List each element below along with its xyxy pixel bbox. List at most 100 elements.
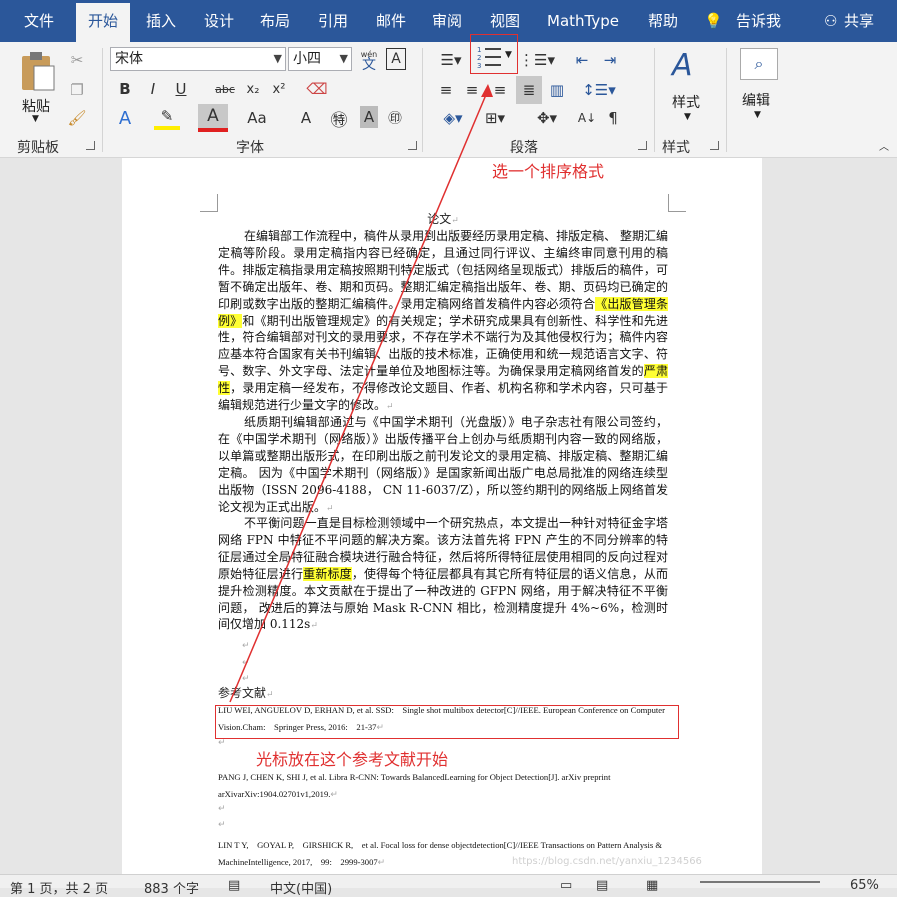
paragraph-2: 纸质期刊编辑部通过与《中国学术期刊（光盘版）》电子杂志社有限公司签约， 在《中国… [218,415,668,514]
align-center-icon[interactable]: ≡ [462,78,482,102]
separator [102,48,103,152]
svg-text:1: 1 [477,46,481,54]
bold-button[interactable]: B [114,78,136,100]
underline-button[interactable]: U [170,78,192,100]
numbering-button[interactable]: 1 2 3 ▼ [470,34,518,74]
svg-text:3: 3 [477,62,481,69]
font-size-combo[interactable]: 小四 ▼ [288,47,352,71]
group-label-paragraph: 段落 [510,140,538,156]
styles-button[interactable]: A 样式 ▼ [664,48,714,132]
clipboard-launcher[interactable] [86,141,95,150]
share-button[interactable]: ⚇ 共享 [818,0,888,42]
tab-help[interactable]: 帮助 [638,0,688,42]
svg-text:2: 2 [477,54,481,62]
group-label-styles: 样式 [662,140,690,156]
zoom-slider[interactable] [700,881,820,883]
reference-2[interactable]: PANG J, CHEN K, SHI J, et al. Libra R-CN… [218,769,668,803]
numbered-list-icon: 1 2 3 [477,46,501,69]
align-right-icon[interactable]: ≡ [490,78,510,102]
person-icon: ⚇ [824,12,838,30]
clear-formatting-icon[interactable]: ⌫ [306,78,328,100]
font-launcher[interactable] [408,141,417,150]
align-left-icon[interactable]: ≡ [436,78,456,102]
chevron-down-icon: ▼ [32,114,39,124]
tab-references[interactable]: 引用 [308,0,358,42]
reference-highlight-box [215,705,679,739]
annotation-bottom: 光标放在这个参考文献开始 [256,750,449,769]
tab-home[interactable]: 开始 [76,3,130,42]
font-name-combo[interactable]: 宋体 ▼ [110,47,286,71]
tab-design[interactable]: 设计 [194,0,244,42]
group-label-clipboard: 剪贴板 [17,140,59,156]
font-color-icon[interactable]: A [198,104,228,132]
subscript-button[interactable]: x₂ [242,78,264,100]
read-mode-icon[interactable]: ▭ [560,878,572,893]
distributed-icon[interactable]: ▥ [546,78,568,102]
cut-icon[interactable]: ✂ [66,50,88,70]
separator [726,48,727,152]
multilevel-list-icon[interactable]: ⋮☰▾ [519,48,555,72]
superscript-button[interactable]: x² [268,78,290,100]
format-painter-icon[interactable]: 🖌 [66,108,88,128]
bullets-icon[interactable]: ☰▾ [434,48,468,72]
tab-mailings[interactable]: 邮件 [366,0,416,42]
paragraph-launcher[interactable] [638,141,647,150]
chevron-down-icon: ▼ [273,52,282,65]
ribbon-tab-bar: 文件 开始 插入 设计 布局 引用 邮件 审阅 视图 MathType 帮助 💡… [0,0,897,42]
references-heading: 参考文献↵ [218,686,274,700]
phonetic-guide-button[interactable]: wén 文 [356,46,382,74]
web-layout-icon[interactable]: ▦ [646,878,658,893]
tab-file[interactable]: 文件 [12,0,66,42]
copy-icon[interactable]: ❐ [66,80,88,100]
search-icon: ⌕ [740,48,778,80]
chevron-down-icon: ▼ [684,112,691,122]
decrease-indent-icon[interactable]: ⇤ [570,48,594,72]
enclose-character-icon[interactable]: ㊕ [328,106,350,131]
margin-mark [200,194,218,212]
character-shading-icon[interactable]: A [360,106,378,128]
tell-me-search[interactable]: 💡 告诉我 [700,0,790,42]
print-layout-icon[interactable]: ▤ [596,878,608,893]
tab-layout[interactable]: 布局 [250,0,300,42]
clipboard-icon [22,52,55,91]
tab-insert[interactable]: 插入 [136,0,186,42]
tab-review[interactable]: 审阅 [422,0,472,42]
chevron-down-icon: ▼ [505,50,512,60]
zoom-level[interactable]: 65% [850,878,879,893]
editing-button[interactable]: ⌕ 编辑 ▼ [736,46,782,132]
change-case-button[interactable]: Aa [242,106,272,130]
ribbon-home: 粘贴 ▼ ✂ ❐ 🖌 剪贴板 宋体 ▼ 小四 ▼ wén 文 A B I U abc … [0,34,897,158]
increase-indent-icon[interactable]: ⇥ [598,48,622,72]
sort-icon[interactable]: A↓ [576,106,598,130]
document-area: 论文↵ 在编辑部工作流程中，稿件从录用到出版要经历录用定稿、排版定稿、 整期汇编… [0,158,897,874]
justify-icon[interactable]: ≣ [516,76,542,104]
text-effects-icon[interactable]: A [114,106,136,130]
chinese-layout-icon[interactable]: ✥▾ [530,106,564,130]
shading-icon[interactable]: ◈▾ [436,106,470,130]
show-marks-icon[interactable]: ¶ [602,106,624,130]
chevron-down-icon: ▼ [754,110,761,120]
styles-launcher[interactable] [710,141,719,150]
line-spacing-icon[interactable]: ↕☰▾ [582,78,616,102]
strikethrough-button[interactable]: abc [212,78,238,100]
tab-mathtype[interactable]: MathType [540,0,626,42]
document-title: 论文↵ [427,212,459,226]
character-border-button[interactable]: A [386,48,406,70]
paste-button[interactable]: 粘贴 ▼ [14,48,60,124]
highlight-icon[interactable]: ✎ [154,106,180,130]
separator [422,48,423,152]
paragraph-mark: ↵ [242,658,250,668]
watermark: https://blog.csdn.net/yanxiu_1234566 [512,856,702,867]
proofing-icon[interactable]: ▤ [228,878,240,893]
paragraph-1: 在编辑部工作流程中，稿件从录用到出版要经历录用定稿、排版定稿、 整期汇编定稿等阶… [218,229,668,413]
character-spacing-icon[interactable]: ㊞ [384,106,406,130]
paragraph-mark: ↵ [218,738,226,748]
paragraph-3: 不平衡问题一直是目标检测领域中一个研究热点，本文提出一种针对特征金字塔网络 FP… [218,516,668,632]
grow-font-icon[interactable]: A [296,106,316,130]
collapse-ribbon-icon[interactable]: ︿ [876,138,892,153]
borders-icon[interactable]: ⊞▾ [478,106,512,130]
italic-button[interactable]: I [142,78,164,100]
styles-icon: A [672,48,693,83]
paragraph-mark: ↵ [242,641,250,651]
group-label-font: 字体 [236,140,264,156]
